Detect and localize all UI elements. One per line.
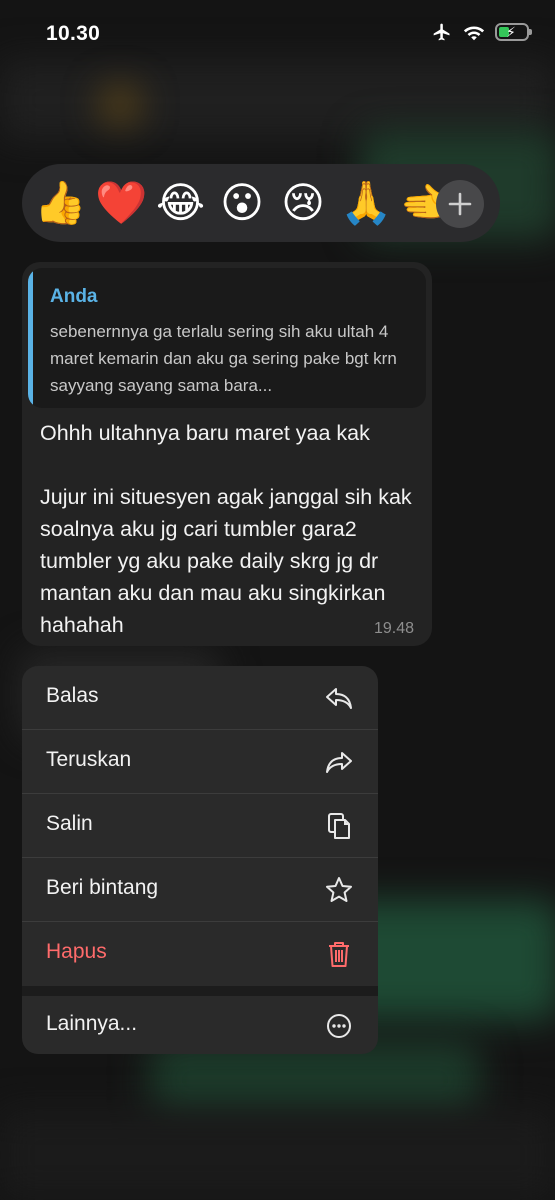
quote-author: Anda	[50, 286, 98, 307]
menu-item-delete[interactable]: Hapus	[22, 922, 378, 985]
status-icons: ⚡	[431, 22, 532, 42]
copy-icon	[328, 813, 350, 839]
message-timestamp: 19.48	[373, 620, 414, 637]
folded-hands-reaction[interactable]: 🙏	[340, 179, 392, 227]
airplane-mode-icon	[431, 22, 453, 42]
charging-bolt-icon: ⚡	[506, 24, 516, 40]
more-reactions-button[interactable]	[436, 180, 484, 228]
battery-charging-icon: ⚡	[495, 23, 532, 41]
menu-item-label: Balas	[46, 684, 99, 707]
surprised-reaction[interactable]: 😮	[218, 179, 266, 227]
more-icon	[327, 1014, 351, 1038]
status-bar: 10.30 ⚡	[0, 0, 555, 70]
crying-reaction[interactable]: 😢	[279, 179, 327, 227]
menu-item-star[interactable]: Beri bintang	[22, 858, 378, 921]
quote-accent-bar	[28, 268, 33, 408]
status-time: 10.30	[46, 22, 101, 45]
message-bubble[interactable]: Anda sebenernnya ga terlalu sering sih a…	[22, 262, 432, 646]
reaction-bar: 👍 ❤️ 😂 😮 😢 🙏 🫲	[22, 164, 500, 242]
thumbs-up-reaction[interactable]: 👍	[34, 179, 86, 227]
quoted-message[interactable]: Anda sebenernnya ga terlalu sering sih a…	[28, 268, 426, 408]
quote-text: sebenernnya ga terlalu sering sih aku ul…	[50, 322, 397, 395]
menu-item-label: Lainnya...	[46, 1012, 138, 1035]
reply-icon	[326, 688, 352, 709]
wifi-icon	[463, 23, 485, 41]
menu-item-more[interactable]: Lainnya...	[22, 994, 378, 1054]
menu-item-label: Hapus	[46, 940, 107, 963]
menu-item-label: Salin	[46, 812, 93, 835]
plus-icon	[448, 192, 472, 216]
forward-icon	[326, 752, 352, 773]
message-text: Ohhh ultahnya baru maret yaa kak Jujur i…	[40, 421, 412, 637]
blurred-input-bar	[0, 1110, 555, 1200]
star-icon	[326, 877, 352, 902]
tears-of-joy-reaction[interactable]: 😂	[156, 179, 205, 227]
menu-item-forward[interactable]: Teruskan	[22, 730, 378, 793]
context-menu: Balas Teruskan Salin Beri bintang Hapus	[22, 666, 378, 1054]
blurred-avatar	[100, 85, 140, 125]
menu-item-label: Beri bintang	[46, 876, 159, 899]
menu-item-reply[interactable]: Balas	[22, 666, 378, 729]
blurred-header	[0, 60, 555, 140]
battery-nub	[529, 29, 532, 35]
trash-icon	[329, 942, 349, 967]
menu-item-label: Teruskan	[46, 748, 132, 771]
menu-item-copy[interactable]: Salin	[22, 794, 378, 857]
red-heart-reaction[interactable]: ❤️	[95, 179, 147, 227]
